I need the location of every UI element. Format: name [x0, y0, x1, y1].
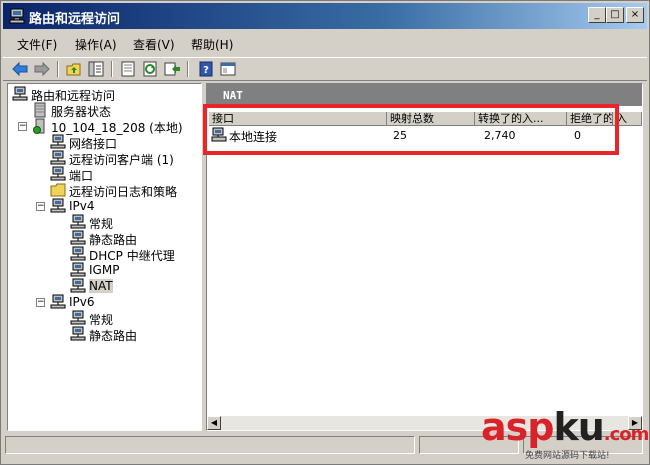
nat-icon [70, 278, 86, 294]
status-panel [5, 436, 415, 454]
console-icon[interactable] [219, 60, 237, 78]
routing-icon [12, 86, 28, 102]
tree-label: IGMP [89, 263, 120, 277]
watermark-brand: aspku.com [481, 405, 649, 449]
watermark-logo: aspku.com 免费网站源码下载站! [477, 405, 649, 463]
menu-action[interactable]: 操作(A) [75, 36, 117, 53]
tree-label: 常规 [89, 217, 114, 231]
tree-label-selected: NAT [89, 279, 113, 293]
routing-app-icon [9, 8, 25, 24]
pane-header-title: NAT [223, 89, 243, 102]
general-icon [70, 310, 86, 326]
svg-text:?: ? [203, 65, 209, 76]
remote-client-icon [50, 150, 66, 166]
server-status-icon [32, 102, 48, 118]
folder-icon [50, 182, 66, 198]
up-folder-icon[interactable] [65, 60, 83, 78]
server-icon [32, 118, 48, 134]
tree-label: DHCP 中继代理 [89, 249, 175, 263]
toolbar: ? [3, 57, 647, 81]
menu-help[interactable]: 帮助(H) [191, 36, 233, 53]
general-icon [70, 214, 86, 230]
toolbar-separator [57, 61, 59, 77]
expander-ipv6[interactable]: − [36, 298, 45, 307]
close-button[interactable]: × [626, 7, 644, 23]
help-icon[interactable]: ? [197, 60, 215, 78]
properties-icon[interactable] [119, 60, 137, 78]
tree-label: 网络接口 [69, 137, 118, 151]
window-title: 路由和远程访问 [29, 12, 121, 27]
pane-header: NAT [207, 84, 642, 106]
menu-file[interactable]: 文件(F) [17, 36, 57, 53]
igmp-icon [70, 262, 86, 278]
protocol-icon [50, 198, 66, 214]
tree-label: 远程访问客户端 (1) [69, 153, 174, 167]
expander-server[interactable]: − [18, 122, 27, 131]
tree-label: 静态路由 [89, 233, 138, 247]
show-tree-icon[interactable] [87, 60, 105, 78]
minimize-button[interactable]: _ [588, 7, 606, 23]
tree-label: 常规 [89, 313, 114, 327]
export-list-icon[interactable] [163, 60, 181, 78]
highlight-annotation [203, 104, 619, 155]
scroll-left-button[interactable]: ◀ [207, 416, 221, 430]
tree-label: 服务器状态 [51, 105, 112, 119]
maximize-button[interactable]: □ [606, 7, 624, 23]
mmc-window: 路由和远程访问 _ □ × 文件(F) 操作(A) 查看(V) 帮助(H) ? … [0, 0, 650, 465]
tree-label: 10_104_18_208 (本地) [51, 121, 183, 135]
back-arrow-icon[interactable] [11, 60, 29, 78]
static-route-icon [70, 230, 86, 246]
menu-bar: 文件(F) 操作(A) 查看(V) 帮助(H) [3, 33, 647, 55]
dhcp-relay-icon [70, 246, 86, 262]
static-route-icon [70, 326, 86, 342]
port-icon [50, 166, 66, 182]
menu-view[interactable]: 查看(V) [133, 36, 175, 53]
expander-ipv4[interactable]: − [36, 202, 45, 211]
tree-label: IPv4 [69, 199, 95, 213]
console-tree[interactable]: 路由和远程访问 服务器状态 − 10_104_18_208 (本地) 网络接口 … [7, 83, 202, 431]
tree-label: 远程访问日志和策略 [69, 185, 178, 199]
refresh-icon[interactable] [141, 60, 159, 78]
forward-arrow-icon[interactable] [33, 60, 51, 78]
toolbar-separator [111, 61, 113, 77]
title-bar[interactable]: 路由和远程访问 _ □ × [3, 3, 647, 29]
network-interface-icon [50, 134, 66, 150]
tree-label: IPv6 [69, 295, 95, 309]
tree-label: 静态路由 [89, 329, 138, 343]
tree-label: 端口 [69, 169, 94, 183]
watermark-subtitle: 免费网站源码下载站! [525, 451, 610, 461]
toolbar-separator [187, 61, 189, 77]
protocol-icon [50, 294, 66, 310]
